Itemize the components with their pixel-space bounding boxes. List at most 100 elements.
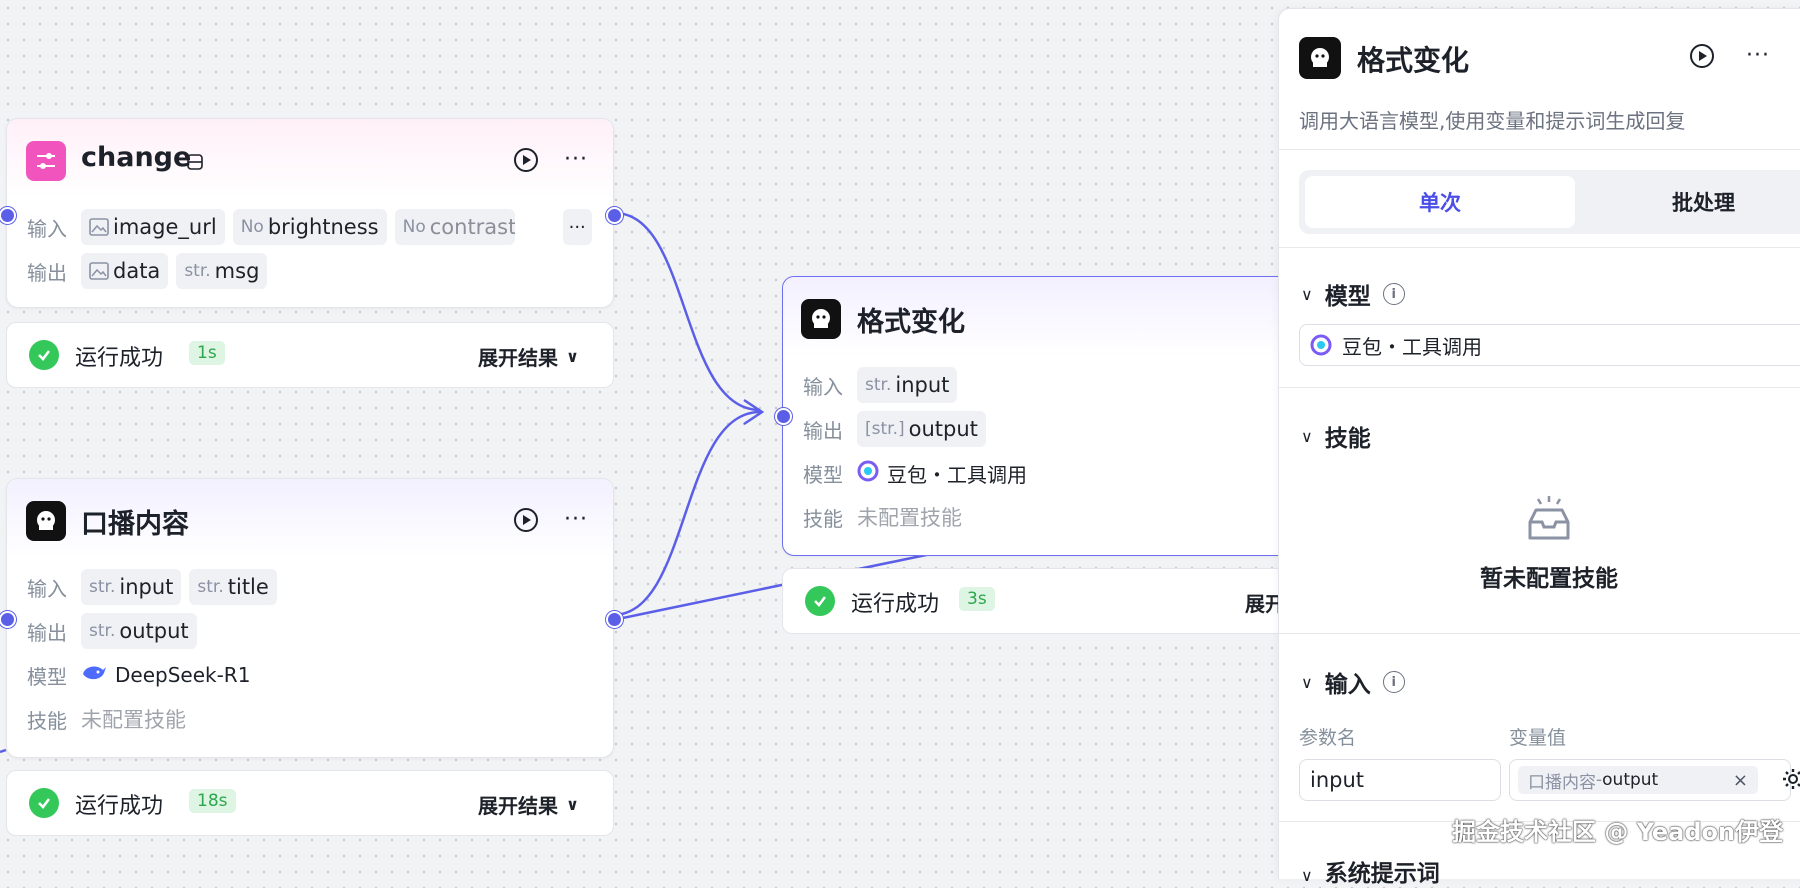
run-node-icon[interactable]: [513, 507, 539, 533]
arrow-head: [743, 398, 765, 426]
input-row: 输入 str. input str. title: [27, 569, 277, 605]
more-icon[interactable]: ···: [563, 147, 589, 173]
output-row: 输出 str. output: [27, 613, 197, 649]
param-chip: str. title: [189, 569, 277, 605]
success-check-icon: [29, 788, 59, 818]
chevron-down-icon: ∨: [1301, 672, 1313, 692]
param-chip: image_url: [81, 209, 225, 245]
output-row: 输出 data str. msg: [27, 253, 268, 289]
workflow-canvas[interactable]: change ··· 输入 image_url No brightness No c…: [0, 0, 1800, 887]
success-check-icon: [29, 340, 59, 370]
param-chip: str. input: [857, 367, 958, 403]
llm-ghost-icon: [1299, 37, 1341, 79]
empty-box-icon: [1279, 494, 1800, 546]
duration-badge: 18s: [189, 789, 236, 813]
skill-row: 技能 未配置技能: [27, 708, 186, 733]
run-node-icon[interactable]: [513, 147, 539, 173]
param-name-label: 参数名: [1299, 727, 1357, 749]
node-header: 格式变化: [783, 277, 1303, 357]
node-config-panel: 格式变化 ··· 调用大语言模型,使用变量和提示词生成回复 单次 批处理 ∨ 模…: [1278, 8, 1800, 887]
node-title: 口播内容: [81, 509, 189, 540]
tab-batch[interactable]: 批处理: [1581, 176, 1800, 228]
panel-title[interactable]: 格式变化: [1357, 39, 1469, 79]
status-bar: 运行成功 3s 展开: [782, 568, 1304, 634]
deepseek-whale-icon: [81, 662, 107, 688]
node-koubo[interactable]: 口播内容 ··· 输入 str. input str. title 输出 str. o…: [6, 478, 614, 758]
more-params-button[interactable]: ···: [562, 209, 592, 245]
chevron-down-icon: ∨: [1301, 426, 1313, 446]
param-chip: No contrast: [394, 209, 515, 245]
node-header: change ···: [7, 119, 613, 199]
doubao-logo-icon: [857, 460, 879, 486]
doubao-logo-icon: [1310, 334, 1332, 356]
status-text: 运行成功: [75, 346, 164, 371]
info-icon[interactable]: i: [1382, 283, 1405, 305]
model-row: 模型 豆包・工具调用: [803, 455, 1027, 491]
input-handle[interactable]: [775, 408, 792, 425]
image-icon: [89, 218, 109, 236]
var-value-label: 变量值: [1509, 727, 1567, 749]
panel-description: 调用大语言模型,使用变量和提示词生成回复: [1299, 109, 1686, 133]
run-node-icon[interactable]: [1689, 43, 1715, 69]
model-select-value: 豆包・工具调用: [1342, 334, 1482, 359]
chevron-down-icon: ∨: [1301, 284, 1313, 304]
var-ref-tag: 口播内容 - output ×: [1518, 766, 1758, 794]
expand-results-button[interactable]: 展开结果 ∨: [478, 790, 579, 819]
close-icon[interactable]: ×: [1733, 770, 1748, 791]
info-icon[interactable]: i: [1382, 671, 1405, 693]
skill-section-header[interactable]: ∨ 技能: [1301, 419, 1371, 453]
param-chip: str. output: [81, 613, 197, 649]
more-icon[interactable]: ···: [1745, 43, 1771, 69]
chevron-down-icon: ∨: [566, 347, 579, 366]
model-section-header[interactable]: ∨ 模型 i: [1301, 277, 1405, 311]
output-handle[interactable]: [606, 611, 623, 628]
status-text: 运行成功: [75, 794, 164, 819]
param-chip: [str.] output: [857, 411, 986, 447]
more-icon[interactable]: ···: [563, 507, 589, 533]
output-row: 输出 [str.] output: [803, 411, 986, 447]
param-chip: data: [81, 253, 169, 289]
param-chip: No brightness: [232, 209, 387, 245]
input-row: 输入 image_url No brightness No contrast ···: [27, 209, 592, 245]
empty-skill-text: 暂未配置技能: [1480, 566, 1618, 592]
sys-prompt-section-header[interactable]: ∨ 系统提示词: [1301, 854, 1440, 888]
param-name-input[interactable]: input: [1299, 759, 1501, 801]
output-handle[interactable]: [606, 207, 623, 224]
watermark-text: 掘金技术社区 @ Yeadon伊登: [1452, 818, 1784, 846]
model-select[interactable]: 豆包・工具调用 ∨: [1299, 324, 1800, 366]
panel-header: 格式变化 ··· 调用大语言模型,使用变量和提示词生成回复: [1279, 9, 1800, 150]
node-title: change: [81, 142, 192, 173]
duration-badge: 3s: [959, 587, 995, 611]
status-text: 运行成功: [851, 592, 940, 617]
chevron-down-icon: ∨: [566, 795, 579, 814]
divider: [1279, 633, 1800, 634]
gear-icon[interactable]: [1781, 767, 1800, 795]
llm-ghost-icon: [26, 501, 66, 541]
param-chip: str. msg: [176, 253, 268, 289]
divider: [1279, 247, 1800, 248]
edge-koubo-to-geshi: [612, 410, 761, 617]
run-mode-tabs: 单次 批处理: [1299, 170, 1800, 234]
sliders-icon: [26, 141, 66, 181]
model-row: 模型 DeepSeek-R1: [27, 662, 251, 689]
duration-badge: 1s: [189, 341, 225, 365]
tab-single[interactable]: 单次: [1305, 176, 1575, 228]
llm-ghost-icon: [801, 299, 841, 339]
success-check-icon: [805, 586, 835, 616]
var-value-input[interactable]: 口播内容 - output ×: [1509, 759, 1791, 801]
input-label: 输入: [27, 216, 67, 241]
status-bar: 运行成功 18s 展开结果 ∨: [6, 770, 614, 836]
node-header: 口播内容 ···: [7, 479, 613, 559]
input-section-header[interactable]: ∨ 输入 i: [1301, 665, 1405, 699]
divider: [1279, 387, 1800, 388]
expand-results-button[interactable]: 展开结果 ∨: [478, 342, 579, 371]
node-geshi[interactable]: 格式变化 输入 str. input 输出 [str.] output 模型 豆包・…: [782, 276, 1304, 556]
status-bar: 运行成功 1s 展开结果 ∨: [6, 322, 614, 388]
output-label: 输出: [27, 260, 67, 285]
node-title: 格式变化: [857, 307, 965, 338]
skill-row: 技能 未配置技能: [803, 506, 962, 531]
input-row: 输入 str. input: [803, 367, 958, 403]
edge-change-to-geshi: [614, 211, 761, 412]
node-change[interactable]: change ··· 输入 image_url No brightness No c…: [6, 118, 614, 308]
image-icon: [89, 262, 109, 280]
